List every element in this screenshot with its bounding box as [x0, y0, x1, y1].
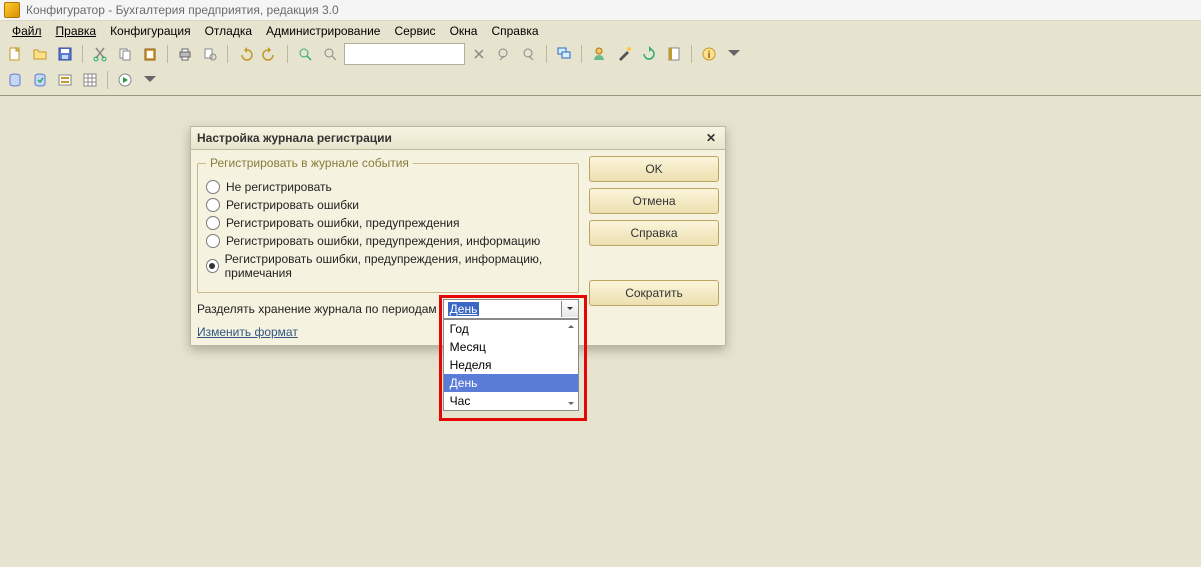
info-icon[interactable]: i [698, 43, 720, 65]
radio-icon [206, 180, 220, 194]
app-icon [4, 2, 20, 18]
period-option-week[interactable]: Неделя [444, 356, 578, 374]
menu-service[interactable]: Сервис [388, 22, 441, 40]
paste-icon[interactable] [139, 43, 161, 65]
radio-icon [206, 259, 219, 273]
grid-icon[interactable] [79, 69, 101, 91]
menu-file[interactable]: Файл [6, 22, 48, 40]
radio-errors-warn-info[interactable]: Регистрировать ошибки, предупреждения, и… [206, 234, 570, 248]
radio-label: Регистрировать ошибки [226, 198, 359, 212]
toolbar-main: i [0, 41, 1201, 67]
events-legend: Регистрировать в журнале события [206, 156, 413, 170]
radio-icon [206, 216, 220, 230]
book-icon[interactable] [663, 43, 685, 65]
wizard-icon[interactable] [613, 43, 635, 65]
dialog-title: Настройка журнала регистрации [197, 131, 392, 145]
db-icon[interactable] [4, 69, 26, 91]
scroll-down-icon [567, 400, 575, 408]
close-icon[interactable]: ✕ [703, 130, 719, 146]
search-icon[interactable] [294, 43, 316, 65]
find-next-icon[interactable] [518, 43, 540, 65]
period-select[interactable]: День [443, 299, 579, 319]
help-button[interactable]: Справка [589, 220, 719, 246]
period-dropdown[interactable]: Год Месяц Неделя День Час [443, 319, 579, 411]
radio-all[interactable]: Регистрировать ошибки, предупреждения, и… [206, 252, 570, 280]
toolbar-secondary [0, 67, 1201, 93]
ok-button[interactable]: OK [589, 156, 719, 182]
radio-errors-warn[interactable]: Регистрировать ошибки, предупреждения [206, 216, 570, 230]
print-icon[interactable] [174, 43, 196, 65]
chevron-down-icon [561, 301, 578, 317]
change-format-link[interactable]: Изменить формат [197, 325, 298, 339]
undo-icon[interactable] [234, 43, 256, 65]
period-option-day[interactable]: День [444, 374, 578, 392]
radio-errors[interactable]: Регистрировать ошибки [206, 198, 570, 212]
open-folder-icon[interactable] [29, 43, 51, 65]
redo-icon[interactable] [259, 43, 281, 65]
title-bar: Конфигуратор - Бухгалтерия предприятия, … [0, 0, 1201, 21]
radio-icon [206, 234, 220, 248]
user-icon[interactable] [588, 43, 610, 65]
period-option-year[interactable]: Год [444, 320, 578, 338]
menu-edit[interactable]: Правка [50, 22, 103, 40]
windows-icon[interactable] [553, 43, 575, 65]
menu-debug[interactable]: Отладка [199, 22, 258, 40]
journal-settings-dialog: Настройка журнала регистрации ✕ Регистри… [190, 126, 726, 346]
run-icon[interactable] [114, 69, 136, 91]
db-config-icon[interactable] [54, 69, 76, 91]
print-preview-icon[interactable] [199, 43, 221, 65]
period-select-value: День [448, 302, 480, 316]
shrink-button[interactable]: Сократить [589, 280, 719, 306]
radio-no-log[interactable]: Не регистрировать [206, 180, 570, 194]
new-file-icon[interactable] [4, 43, 26, 65]
menu-bar: Файл Правка Конфигурация Отладка Админис… [0, 21, 1201, 41]
find-prev-icon[interactable] [493, 43, 515, 65]
menu-config[interactable]: Конфигурация [104, 22, 197, 40]
cut-icon[interactable] [89, 43, 111, 65]
search-input[interactable] [344, 43, 465, 65]
app-title: Конфигуратор - Бухгалтерия предприятия, … [26, 3, 339, 17]
copy-icon[interactable] [114, 43, 136, 65]
radio-icon [206, 198, 220, 212]
menu-windows[interactable]: Окна [444, 22, 484, 40]
menu-help[interactable]: Справка [485, 22, 544, 40]
scroll-up-icon [567, 322, 575, 330]
zoom-icon[interactable] [319, 43, 341, 65]
events-group: Регистрировать в журнале события Не реги… [197, 156, 579, 293]
save-icon[interactable] [54, 43, 76, 65]
run-dropdown-icon[interactable] [139, 69, 161, 91]
period-option-hour[interactable]: Час [444, 392, 578, 410]
clear-search-icon[interactable] [468, 43, 490, 65]
db-save-icon[interactable] [29, 69, 51, 91]
svg-text:i: i [708, 50, 711, 61]
menu-admin[interactable]: Администрирование [260, 22, 386, 40]
radio-label: Регистрировать ошибки, предупреждения, и… [225, 252, 570, 280]
split-period-label: Разделять хранение журнала по периодам [197, 302, 437, 316]
info-dropdown-icon[interactable] [723, 43, 745, 65]
cancel-button[interactable]: Отмена [589, 188, 719, 214]
radio-label: Регистрировать ошибки, предупреждения, и… [226, 234, 540, 248]
refresh-icon[interactable] [638, 43, 660, 65]
radio-label: Регистрировать ошибки, предупреждения [226, 216, 460, 230]
radio-label: Не регистрировать [226, 180, 332, 194]
period-option-month[interactable]: Месяц [444, 338, 578, 356]
